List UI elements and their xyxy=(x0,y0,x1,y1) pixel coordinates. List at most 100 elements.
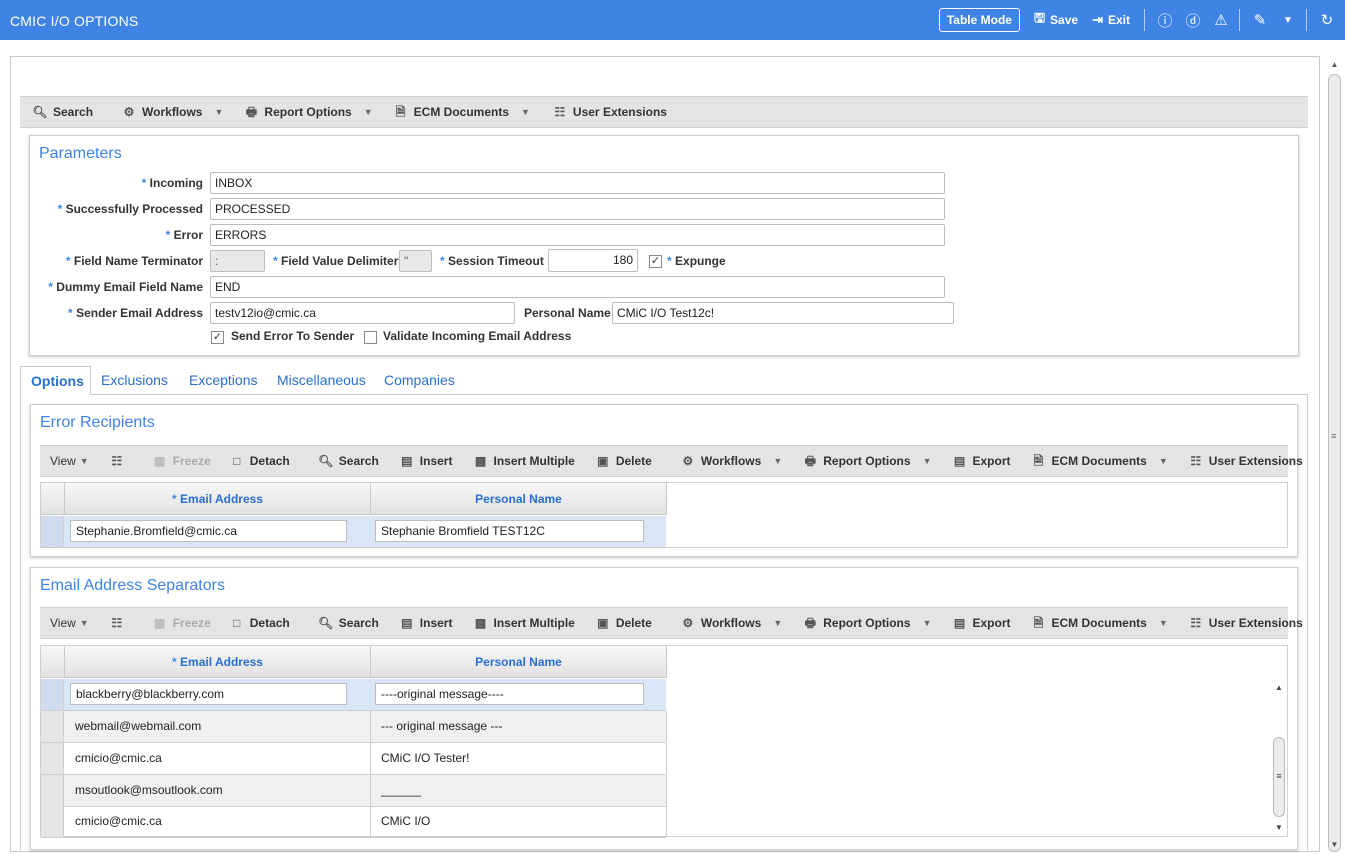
report-options-button[interactable]: 🖶 Report Options ▼ xyxy=(243,105,373,119)
name-column-header[interactable]: Personal Name xyxy=(371,646,667,678)
scroll-down-icon[interactable]: ▼ xyxy=(1326,838,1343,852)
row-selector[interactable] xyxy=(41,711,64,742)
grid-search-button[interactable]: 🔍︎ Search xyxy=(318,616,379,630)
delete-button[interactable]: ▣ Delete xyxy=(595,454,652,468)
row-selector[interactable] xyxy=(41,806,64,837)
row-selector[interactable] xyxy=(41,775,64,806)
info-icon[interactable]: ⓘ xyxy=(1155,10,1175,30)
session-timeout-input[interactable]: 180 xyxy=(548,249,638,272)
table-row[interactable]: webmail@webmail.com --- original message… xyxy=(41,711,667,743)
email-cell-input[interactable]: Stephanie.Bromfield@cmic.ca xyxy=(70,520,347,542)
chevron-down-icon[interactable]: ▼ xyxy=(80,618,89,628)
freeze-button[interactable]: ▦ Freeze xyxy=(152,616,211,630)
scroll-up-icon[interactable]: ▲ xyxy=(1271,683,1287,692)
email-cell-input[interactable]: blackberry@blackberry.com xyxy=(70,683,347,705)
name-cell[interactable]: CMiC I/O xyxy=(371,806,667,837)
grid-scrollbar[interactable]: ▲ ≡ ▼ xyxy=(1271,679,1287,837)
chevron-down-icon[interactable]: ▼ xyxy=(1159,618,1168,628)
grid-workflows-button[interactable]: ⚙ Workflows ▼ xyxy=(680,454,782,468)
refresh-icon[interactable]: ↻ xyxy=(1317,10,1337,30)
tab-companies[interactable]: Companies xyxy=(374,366,465,395)
send-error-checkbox[interactable]: ✓ xyxy=(211,331,224,344)
email-column-header[interactable]: * Email Address xyxy=(65,483,371,515)
row-selector[interactable] xyxy=(41,679,64,710)
dummy-email-input[interactable]: END xyxy=(210,276,945,298)
grid-report-options-button[interactable]: 🖶 Report Options ▼ xyxy=(802,616,932,630)
name-cell[interactable]: --- original message --- xyxy=(371,711,667,742)
export-button[interactable]: ▤ Export xyxy=(951,454,1011,468)
view-menu[interactable]: View ▼ xyxy=(50,454,89,468)
chevron-down-icon[interactable]: ▼ xyxy=(80,456,89,466)
name-cell[interactable]: ______ xyxy=(371,775,667,806)
warning-icon[interactable]: ⚠ xyxy=(1211,10,1231,30)
name-column-header[interactable]: Personal Name xyxy=(371,483,667,515)
field-name-terminator-input[interactable]: : xyxy=(210,250,265,272)
grid-workflows-button[interactable]: ⚙ Workflows ▼ xyxy=(680,616,782,630)
grid-report-options-button[interactable]: 🖶 Report Options ▼ xyxy=(802,454,932,468)
help-icon[interactable]: ⓓ xyxy=(1183,10,1203,30)
insert-button[interactable]: ▤ Insert xyxy=(399,454,452,468)
expunge-checkbox[interactable]: ✓ xyxy=(649,255,662,268)
tab-exceptions[interactable]: Exceptions xyxy=(179,366,267,395)
chevron-down-icon[interactable]: ▼ xyxy=(773,456,782,466)
insert-button[interactable]: ▤ Insert xyxy=(399,616,452,630)
view-menu[interactable]: View ▼ xyxy=(50,616,89,630)
detach-button[interactable]: □ Detach xyxy=(229,616,290,630)
tab-exclusions[interactable]: Exclusions xyxy=(91,366,178,395)
chevron-down-icon[interactable]: ▼ xyxy=(364,107,373,117)
insert-multiple-button[interactable]: ▩ Insert Multiple xyxy=(472,454,575,468)
tab-miscellaneous[interactable]: Miscellaneous xyxy=(267,366,376,395)
grid-user-extensions-button[interactable]: ☷ User Extensions xyxy=(1188,616,1302,630)
detach-button[interactable]: □ Detach xyxy=(229,454,290,468)
processed-input[interactable]: PROCESSED xyxy=(210,198,945,220)
email-cell[interactable]: msoutlook@msoutlook.com xyxy=(65,775,371,806)
freeze-button[interactable]: ▦ Freeze xyxy=(152,454,211,468)
workflows-button[interactable]: ⚙ Workflows ▼ xyxy=(121,105,224,119)
table-row[interactable]: msoutlook@msoutlook.com ______ xyxy=(41,775,667,807)
page-scrollbar[interactable]: ▲ ≡ ▼ xyxy=(1326,56,1343,852)
delete-button[interactable]: ▣ Delete xyxy=(595,616,652,630)
chevron-down-icon[interactable]: ▼ xyxy=(923,456,932,466)
tab-options[interactable]: Options xyxy=(20,366,91,395)
chevron-down-icon[interactable]: ▼ xyxy=(923,618,932,628)
chevron-down-icon[interactable]: ▼ xyxy=(773,618,782,628)
grid-search-button[interactable]: 🔍︎ Search xyxy=(318,454,379,468)
name-cell[interactable]: CMiC I/O Tester! xyxy=(371,743,667,774)
chevron-down-icon[interactable]: ▼ xyxy=(1278,10,1298,30)
filter-button[interactable]: ☷ xyxy=(109,616,130,630)
grid-ecm-documents-button[interactable]: 🗎 ECM Documents ▼ xyxy=(1031,616,1168,630)
scroll-up-icon[interactable]: ▲ xyxy=(1326,58,1343,72)
save-button[interactable]: 🖫 Save xyxy=(1034,9,1078,31)
email-column-header[interactable]: * Email Address xyxy=(65,646,371,678)
insert-multiple-button[interactable]: ▩ Insert Multiple xyxy=(472,616,575,630)
table-row[interactable]: Stephanie.Bromfield@cmic.ca Stephanie Br… xyxy=(41,516,666,548)
edit-icon[interactable]: ✎ xyxy=(1250,10,1270,30)
export-button[interactable]: ▤ Export xyxy=(951,616,1011,630)
email-cell[interactable]: cmicio@cmic.ca xyxy=(65,743,371,774)
grid-user-extensions-button[interactable]: ☷ User Extensions xyxy=(1188,454,1302,468)
sender-email-input[interactable]: testv12io@cmic.ca xyxy=(210,302,515,324)
chevron-down-icon[interactable]: ▼ xyxy=(1159,456,1168,466)
table-row[interactable]: blackberry@blackberry.com ----original m… xyxy=(41,679,666,711)
incoming-input[interactable]: INBOX xyxy=(210,172,945,194)
filter-button[interactable]: ☷ xyxy=(109,454,130,468)
name-cell-input[interactable]: ----original message---- xyxy=(375,683,644,705)
exit-button[interactable]: ⇥ Exit xyxy=(1092,12,1130,28)
error-input[interactable]: ERRORS xyxy=(210,224,945,246)
table-mode-button[interactable]: Table Mode xyxy=(938,8,1020,32)
row-selector[interactable] xyxy=(41,516,64,547)
email-cell[interactable]: cmicio@cmic.ca xyxy=(65,806,371,837)
row-selector[interactable] xyxy=(41,743,64,774)
chevron-down-icon[interactable]: ▼ xyxy=(214,107,223,117)
name-cell-input[interactable]: Stephanie Bromfield TEST12C xyxy=(375,520,644,542)
chevron-down-icon[interactable]: ▼ xyxy=(521,107,530,117)
field-value-delimiter-input[interactable]: " xyxy=(399,250,432,272)
search-button[interactable]: 🔍︎ Search xyxy=(32,105,93,119)
table-row[interactable]: cmicio@cmic.ca CMiC I/O Tester! xyxy=(41,743,667,775)
table-row[interactable]: cmicio@cmic.ca CMiC I/O xyxy=(41,806,667,838)
scroll-down-icon[interactable]: ▼ xyxy=(1271,823,1287,832)
email-cell[interactable]: webmail@webmail.com xyxy=(65,711,371,742)
personal-name-input[interactable]: CMiC I/O Test12c! xyxy=(612,302,954,324)
user-extensions-button[interactable]: ☷ User Extensions xyxy=(552,105,667,119)
scroll-thumb[interactable] xyxy=(1328,74,1341,852)
